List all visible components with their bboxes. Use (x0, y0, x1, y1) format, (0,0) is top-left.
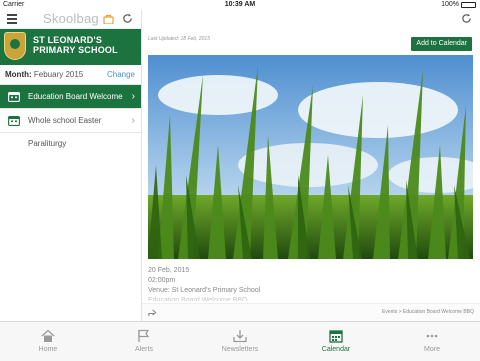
calendar-icon (329, 330, 343, 343)
calendar-icon (8, 92, 20, 102)
event-list-item[interactable]: Education Board Welcome BBQ › (0, 85, 141, 124)
event-detail-pane: Last Updated: 18 Feb, 2015 Add to Calend… (142, 10, 480, 322)
event-list-item[interactable]: Whole school Easter Paraliturgy › (0, 109, 141, 148)
add-to-calendar-button[interactable]: Add to Calendar (411, 37, 472, 51)
tab-label: Alerts (135, 346, 153, 353)
sidebar: Skoolbag ST LEONARD'S PRIMARY SCHOOL Mon… (0, 10, 142, 321)
event-date: 20 Feb, 2015 (148, 267, 190, 274)
brand-name: Skoolbag (43, 11, 99, 26)
clock: 10:39 AM (224, 1, 256, 8)
battery-indicator: 100% (441, 1, 476, 8)
tab-newsletters[interactable]: Newsletters (192, 322, 288, 361)
tab-alerts[interactable]: Alerts (96, 322, 192, 361)
month-value: Febuary 2015 (33, 70, 84, 79)
app-logo: Skoolbag (43, 11, 114, 26)
school-name: ST LEONARD'S PRIMARY SCHOOL (33, 35, 118, 55)
detail-footer: Events > Education Board Welcome BBQ (142, 303, 480, 322)
refresh-icon[interactable] (122, 13, 133, 24)
status-bar: Carrier 10:39 AM 100% (0, 0, 480, 10)
change-month-button[interactable]: Change (107, 65, 135, 84)
tab-label: Home (38, 346, 58, 353)
battery-percent: 100% (441, 1, 459, 8)
calendar-icon (8, 116, 20, 126)
event-time: 02:00pm (148, 277, 176, 284)
event-venue: Venue: St Leonard's Primary School (148, 287, 261, 294)
month-label: Month: (5, 70, 32, 79)
home-icon (41, 329, 55, 342)
school-name-line1: ST LEONARD'S (33, 35, 103, 45)
flag-icon (138, 329, 150, 342)
tab-bar: Home Alerts Newsletters Calendar More (0, 321, 480, 361)
event-image (148, 55, 473, 259)
refresh-icon[interactable] (461, 13, 472, 24)
detail-header (142, 10, 480, 28)
tab-label: Calendar (321, 346, 351, 353)
event-description: Education Board Welcome BBQ (148, 297, 248, 301)
more-dots-icon (426, 334, 438, 338)
menu-icon[interactable] (7, 14, 17, 24)
breadcrumb: Events > Education Board Welcome BBQ (381, 309, 474, 315)
bag-icon (103, 14, 114, 25)
last-updated-text: Last Updated: 18 Feb, 2015 (148, 36, 210, 42)
month-selector: Month: Febuary 2015 Change (0, 65, 141, 85)
tab-label: More (424, 346, 440, 353)
tab-home[interactable]: Home (0, 322, 96, 361)
tab-label: Newsletters (221, 346, 259, 353)
battery-icon (461, 1, 476, 8)
download-tray-icon (233, 330, 247, 343)
event-details: 20 Feb, 2015 02:00pm Venue: St Leonard's… (148, 266, 260, 301)
tab-calendar[interactable]: Calendar (288, 322, 384, 361)
sidebar-header: Skoolbag (0, 10, 141, 29)
school-crest-icon (4, 32, 26, 60)
event-title: Whole school Easter Paraliturgy (28, 116, 102, 148)
tab-more[interactable]: More (384, 322, 480, 361)
chevron-right-icon: › (131, 115, 135, 126)
school-name-line2: PRIMARY SCHOOL (33, 45, 118, 55)
chevron-right-icon: › (131, 91, 135, 102)
share-icon[interactable] (148, 308, 157, 317)
school-banner: ST LEONARD'S PRIMARY SCHOOL (0, 29, 141, 65)
